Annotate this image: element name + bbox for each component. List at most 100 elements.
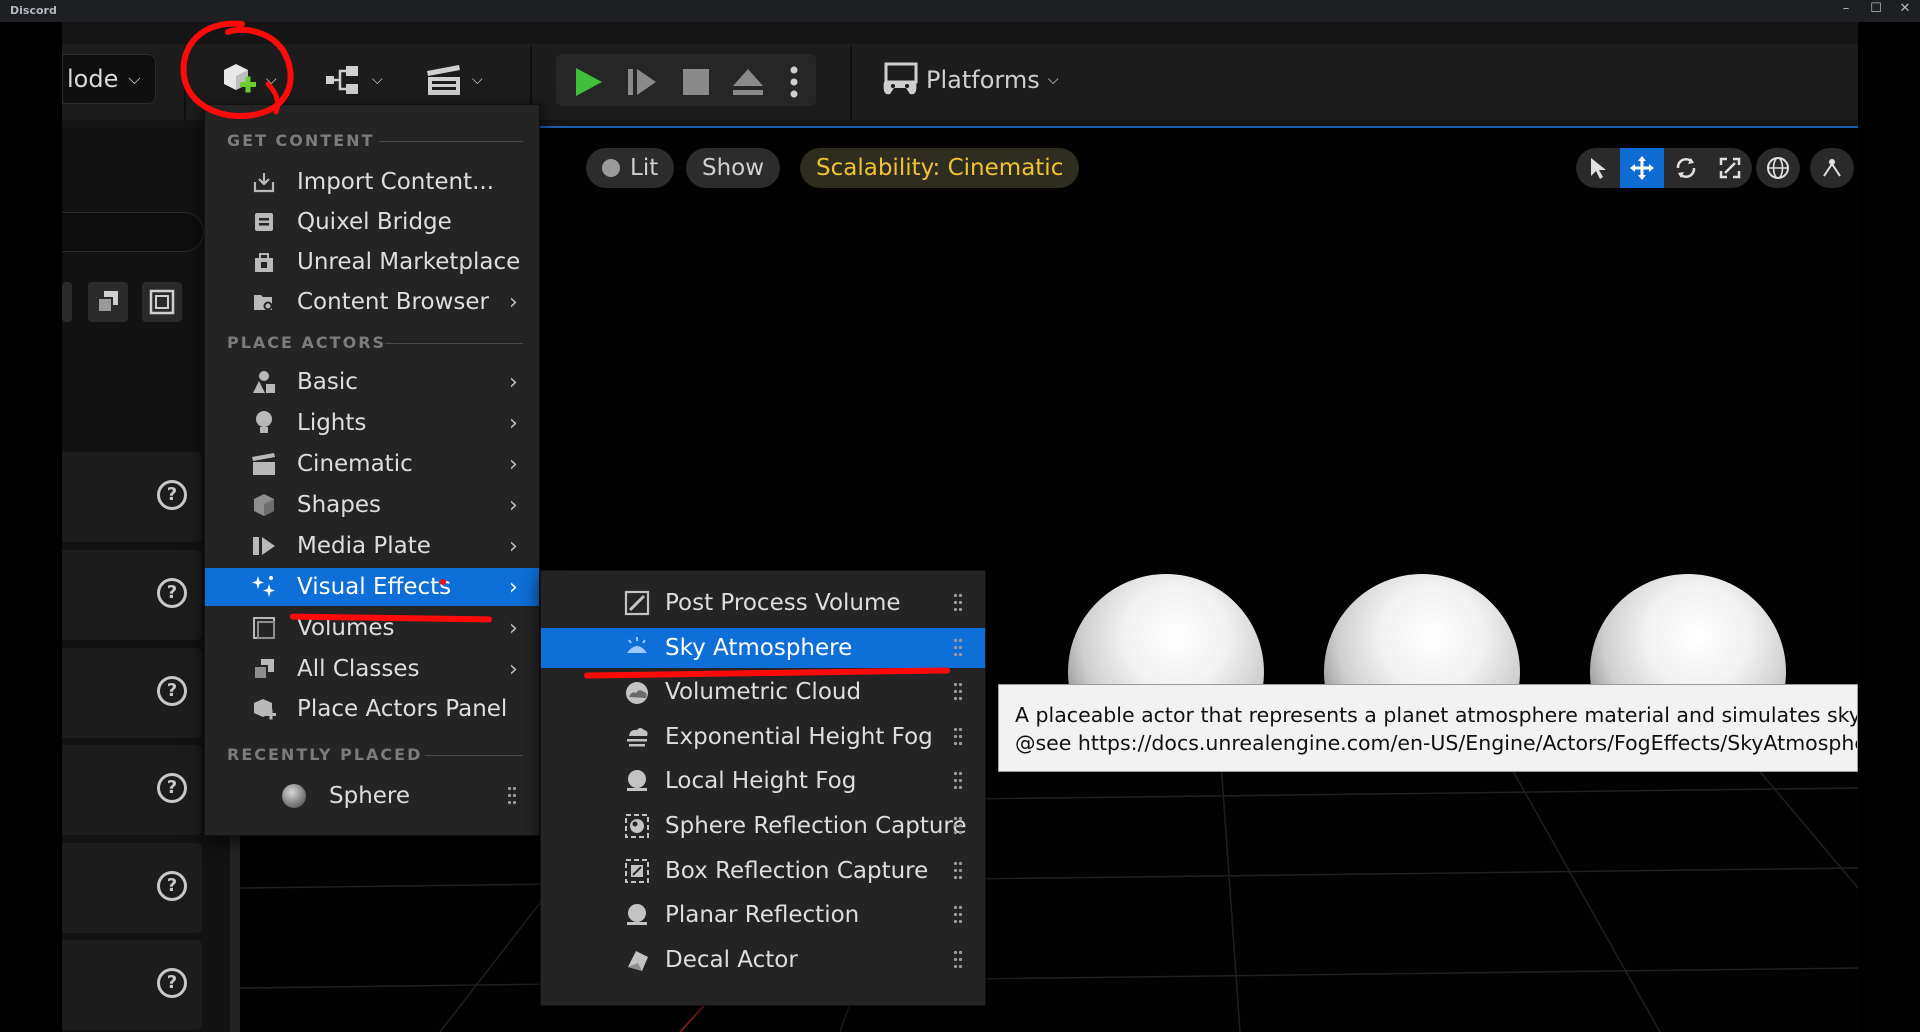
submenu-item-sky-atmosphere[interactable]: Sky Atmosphere: [541, 628, 985, 668]
submenu-item-box-reflection-capture[interactable]: Box Reflection Capture: [541, 851, 985, 891]
lit-icon: [602, 159, 620, 177]
translate-tool[interactable]: [1620, 148, 1664, 188]
chevron-right-icon: ›: [509, 492, 518, 518]
menu-item-visual-effects[interactable]: Visual Effects ›: [205, 568, 539, 606]
mode-label: lode: [67, 65, 119, 93]
drag-handle-icon[interactable]: [953, 860, 963, 882]
stop-button[interactable]: [678, 64, 714, 100]
menu-item-basic[interactable]: Basic ›: [205, 363, 539, 401]
menu-item-recent-sphere[interactable]: Sphere: [205, 777, 539, 815]
submenu-item-decal-actor[interactable]: Decal Actor: [541, 940, 985, 980]
menu-item-unreal-marketplace[interactable]: Unreal Marketplace: [205, 243, 539, 281]
drag-handle-icon[interactable]: [953, 726, 963, 748]
help-icon[interactable]: ?: [157, 578, 187, 608]
chevron-down-icon: ⌵: [128, 69, 141, 88]
stop-icon: [683, 69, 709, 95]
section-header: RECENTLY PLACED: [227, 745, 423, 764]
submenu-item-exponential-height-fog[interactable]: Exponential Height Fog: [541, 717, 985, 757]
basic-icon: [251, 369, 277, 395]
lit-mode-button[interactable]: Lit: [586, 148, 675, 188]
world-space-toggle[interactable]: [1756, 148, 1800, 188]
drag-handle-icon[interactable]: [953, 815, 963, 837]
panel-row[interactable]: ?: [62, 940, 202, 1030]
submenu-item-planar-reflection[interactable]: Planar Reflection: [541, 895, 985, 935]
panel-row[interactable]: ?: [62, 843, 202, 933]
help-icon[interactable]: ?: [157, 968, 187, 998]
tooltip-doc-link: @see https://docs.unrealengine.com/en-US…: [1015, 731, 1857, 755]
maximize-button[interactable]: ☐: [1866, 1, 1886, 16]
help-icon[interactable]: ?: [157, 871, 187, 901]
submenu-item-label: Volumetric Cloud: [665, 679, 862, 705]
panel-row[interactable]: ?: [62, 550, 202, 640]
menu-item-label: Quixel Bridge: [297, 209, 452, 235]
platforms-button[interactable]: Platforms ⌵: [880, 62, 1058, 98]
menu-item-label: Media Plate: [297, 533, 431, 559]
panel-tool-icon[interactable]: [62, 282, 72, 322]
menu-item-cinematic[interactable]: Cinematic ›: [205, 445, 539, 483]
scalability-button[interactable]: Scalability: Cinematic: [800, 148, 1080, 188]
scale-tool[interactable]: [1708, 148, 1752, 188]
close-button[interactable]: ✕: [1895, 1, 1915, 16]
menu-item-all-classes[interactable]: All Classes ›: [205, 650, 539, 688]
drag-handle-icon[interactable]: [953, 904, 963, 926]
menu-item-quixel-bridge[interactable]: Quixel Bridge: [205, 203, 539, 241]
eject-button[interactable]: [730, 64, 766, 100]
drag-handle-icon[interactable]: [507, 785, 517, 807]
layers-icon[interactable]: [88, 282, 128, 322]
submenu-item-label: Planar Reflection: [665, 902, 860, 928]
decal-icon: [623, 946, 651, 974]
panel-view-icon[interactable]: [142, 282, 182, 322]
menu-item-shapes[interactable]: Shapes ›: [205, 486, 539, 524]
advance-frame-button[interactable]: [624, 64, 660, 100]
menu-item-label: Shapes: [297, 492, 382, 518]
section-divider: [379, 141, 523, 142]
quick-add-menu: GET CONTENT Import Content... Quixel Bri…: [204, 104, 540, 836]
post-process-icon: [623, 589, 651, 617]
cursor-icon: [1591, 158, 1606, 179]
rotate-tool[interactable]: [1664, 148, 1708, 188]
select-tool[interactable]: [1576, 148, 1620, 188]
drag-handle-icon[interactable]: [953, 637, 963, 659]
menu-item-content-browser[interactable]: Content Browser ›: [205, 283, 539, 321]
lit-label: Lit: [630, 155, 659, 181]
drag-handle-icon[interactable]: [953, 681, 963, 703]
blueprint-button[interactable]: ⌵: [324, 60, 383, 100]
menu-item-media-plate[interactable]: Media Plate ›: [205, 527, 539, 565]
chevron-right-icon: ›: [509, 533, 518, 559]
help-icon[interactable]: ?: [157, 773, 187, 803]
panel-row[interactable]: ?: [62, 452, 202, 542]
drag-handle-icon[interactable]: [953, 770, 963, 792]
submenu-item-sphere-reflection-capture[interactable]: Sphere Reflection Capture: [541, 806, 985, 846]
submenu-item-label: Sky Atmosphere: [665, 635, 853, 661]
panel-search-input[interactable]: [62, 212, 204, 252]
show-label: Show: [702, 155, 765, 181]
panel-row[interactable]: ?: [62, 648, 202, 738]
eject-icon: [733, 69, 763, 95]
red-circle-annotation: [180, 20, 294, 120]
play-options-button[interactable]: [776, 64, 812, 100]
drag-handle-icon[interactable]: [953, 949, 963, 971]
mode-selector-button[interactable]: lode ⌵: [62, 54, 156, 104]
menu-item-lights[interactable]: Lights ›: [205, 404, 539, 442]
minimize-button[interactable]: –: [1836, 1, 1856, 16]
help-icon[interactable]: ?: [157, 480, 187, 510]
submenu-item-local-height-fog[interactable]: Local Height Fog: [541, 761, 985, 801]
tooltip-description: A placeable actor that represents a plan…: [1015, 703, 1858, 727]
menu-item-place-actors-panel[interactable]: Place Actors Panel: [205, 690, 539, 728]
play-icon: [576, 68, 602, 96]
menu-item-label: All Classes: [297, 656, 420, 682]
panel-row[interactable]: ?: [62, 745, 202, 835]
show-button[interactable]: Show: [686, 148, 781, 188]
drag-handle-icon[interactable]: [953, 592, 963, 614]
submenu-item-label: Exponential Height Fog: [665, 724, 933, 750]
dot-annotation: [440, 579, 446, 585]
menu-item-import-content[interactable]: Import Content...: [205, 163, 539, 201]
cinematics-button[interactable]: ⌵: [424, 60, 483, 100]
play-button[interactable]: [570, 64, 606, 100]
import-icon: [251, 169, 277, 195]
submenu-item-post-process-volume[interactable]: Post Process Volume: [541, 583, 985, 623]
surface-snap-toggle[interactable]: [1810, 148, 1854, 188]
help-icon[interactable]: ?: [157, 676, 187, 706]
menu-item-label: Lights: [297, 410, 367, 436]
submenu-item-label: Local Height Fog: [665, 768, 857, 794]
